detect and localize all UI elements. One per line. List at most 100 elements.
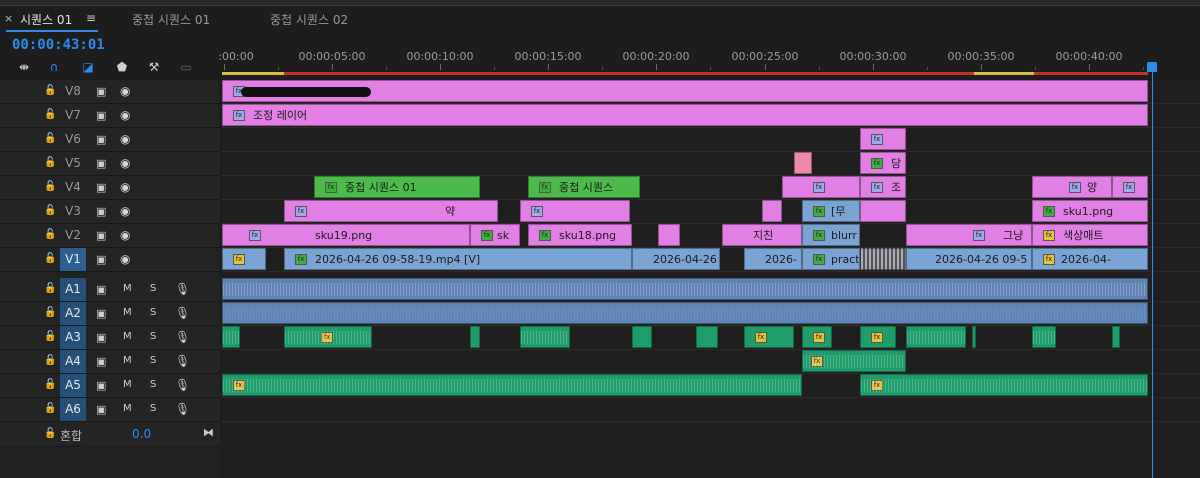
clip-v4-nested-seq-01[interactable]: fx 중첩 시퀀스 01 bbox=[314, 176, 480, 198]
clip-a3-f[interactable] bbox=[696, 326, 718, 348]
close-tab-icon[interactable]: × bbox=[4, 12, 13, 25]
sync-lock-icon[interactable]: ▣ bbox=[96, 283, 106, 296]
track-name-v5[interactable]: V5 bbox=[60, 152, 86, 175]
clip-a3-k[interactable] bbox=[972, 326, 976, 348]
tab-nested-sequence-02[interactable]: 중첩 시퀀스 02 bbox=[270, 11, 348, 28]
sync-lock-icon[interactable]: ▣ bbox=[96, 307, 106, 320]
sync-lock-icon[interactable]: ▣ bbox=[96, 229, 106, 242]
sync-lock-icon[interactable]: ▣ bbox=[96, 109, 106, 122]
mute-button[interactable]: M bbox=[123, 307, 132, 318]
eye-icon[interactable]: ◉ bbox=[120, 204, 130, 218]
lock-icon[interactable]: 🔓 bbox=[44, 379, 56, 390]
clip-v1-mp4[interactable]: fx 2026-04-26 09-58-19.mp4 [V] bbox=[284, 248, 632, 270]
track-name-a5[interactable]: A5 bbox=[60, 374, 86, 397]
sync-lock-icon[interactable]: ▣ bbox=[96, 253, 106, 266]
panel-menu-icon[interactable]: ≡ bbox=[86, 11, 96, 25]
clip-v4-jo[interactable]: fx 조 bbox=[860, 176, 906, 198]
track-name-v6[interactable]: V6 bbox=[60, 128, 86, 151]
lock-icon[interactable]: 🔓 bbox=[44, 331, 56, 342]
clip-a3-e[interactable] bbox=[632, 326, 652, 348]
microphone-icon[interactable]: 🎙 bbox=[175, 306, 190, 320]
lock-icon[interactable]: 🔓 bbox=[44, 229, 56, 240]
sync-lock-icon[interactable]: ▣ bbox=[96, 205, 106, 218]
insert-sequence-icon[interactable]: ⇼ bbox=[14, 58, 34, 76]
mute-button[interactable]: M bbox=[123, 403, 132, 414]
mute-button[interactable]: M bbox=[123, 379, 132, 390]
clip-a3-c[interactable] bbox=[470, 326, 480, 348]
mute-button[interactable]: M bbox=[123, 283, 132, 294]
clip-a2-audio[interactable] bbox=[222, 302, 1148, 324]
lock-icon[interactable]: 🔓 bbox=[44, 355, 56, 366]
eye-icon[interactable]: ◉ bbox=[120, 132, 130, 146]
eye-icon[interactable]: ◉ bbox=[120, 180, 130, 194]
track-name-v2[interactable]: V2 bbox=[60, 224, 86, 247]
clip-v2-sku18[interactable]: fx sku18.png bbox=[528, 224, 632, 246]
clip-v3-d[interactable] bbox=[860, 200, 906, 222]
lock-icon[interactable]: 🔓 bbox=[44, 157, 56, 168]
clip-v2-sku19[interactable]: fx sku19.png bbox=[222, 224, 470, 246]
lock-icon[interactable]: 🔓 bbox=[44, 85, 56, 96]
clip-v3-b[interactable]: fx bbox=[520, 200, 630, 222]
lock-icon[interactable]: 🔓 bbox=[44, 133, 56, 144]
clip-v3-c[interactable] bbox=[762, 200, 782, 222]
clip-v1-date1[interactable]: 2026-04-26 bbox=[632, 248, 720, 270]
clip-v5-small[interactable] bbox=[794, 152, 812, 174]
clip-v4-nested-seq[interactable]: fx 중첩 시퀀스 bbox=[528, 176, 640, 198]
track-name-a3[interactable]: A3 bbox=[60, 326, 86, 349]
track-name-v7[interactable]: V7 bbox=[60, 104, 86, 127]
lock-icon[interactable]: 🔓 bbox=[44, 428, 56, 439]
tab-sequence-01[interactable]: 시퀀스 01 bbox=[20, 11, 72, 28]
lock-icon[interactable]: 🔓 bbox=[44, 205, 56, 216]
solo-button[interactable]: S bbox=[150, 283, 156, 294]
sync-lock-icon[interactable]: ▣ bbox=[96, 331, 106, 344]
microphone-icon[interactable]: 🎙 bbox=[175, 354, 190, 368]
clip-v1-pract[interactable]: fx pract bbox=[802, 248, 860, 270]
solo-button[interactable]: S bbox=[150, 307, 156, 318]
clip-v2-geunyang[interactable]: fx 그냥 bbox=[906, 224, 1032, 246]
captions-icon[interactable]: ▭ bbox=[176, 58, 196, 76]
track-name-a1[interactable]: A1 bbox=[60, 278, 86, 301]
sync-lock-icon[interactable]: ▣ bbox=[96, 403, 106, 416]
microphone-icon[interactable]: 🎙 bbox=[175, 378, 190, 392]
clip-v7-adjustment-layer[interactable]: fx 조정 레이어 bbox=[222, 104, 1148, 126]
solo-button[interactable]: S bbox=[150, 403, 156, 414]
microphone-icon[interactable]: 🎙 bbox=[175, 282, 190, 296]
track-name-v1[interactable]: V1 bbox=[60, 248, 86, 271]
clip-a3-a[interactable] bbox=[222, 326, 240, 348]
microphone-icon[interactable]: 🎙 bbox=[175, 402, 190, 416]
clip-v8-redacted[interactable]: fx bbox=[222, 80, 1148, 102]
clip-v4-a[interactable]: fx bbox=[782, 176, 860, 198]
lock-icon[interactable]: 🔓 bbox=[44, 181, 56, 192]
clip-v2-jichin[interactable]: 지친 bbox=[722, 224, 802, 246]
solo-button[interactable]: S bbox=[150, 331, 156, 342]
sync-lock-icon[interactable]: ▣ bbox=[96, 379, 106, 392]
clip-a3-j[interactable] bbox=[906, 326, 966, 348]
track-name-a4[interactable]: A4 bbox=[60, 350, 86, 373]
lock-icon[interactable]: 🔓 bbox=[44, 253, 56, 264]
sync-lock-icon[interactable]: ▣ bbox=[96, 157, 106, 170]
clip-v3-yak[interactable]: fx 약 bbox=[284, 200, 498, 222]
lock-icon[interactable]: 🔓 bbox=[44, 109, 56, 120]
snap-magnet-icon[interactable]: ∩ bbox=[44, 58, 64, 76]
clip-v1-date3[interactable]: 2026-04-26 09-5 bbox=[906, 248, 1032, 270]
clip-a3-i[interactable]: fx bbox=[860, 326, 896, 348]
clip-v2-sk[interactable]: fx sk bbox=[470, 224, 520, 246]
clip-v1-date4[interactable]: fx 2026-04- bbox=[1032, 248, 1148, 270]
wrench-settings-icon[interactable]: ⚒ bbox=[144, 58, 164, 76]
mute-button[interactable]: M bbox=[123, 331, 132, 342]
clip-a5-a[interactable]: fx bbox=[222, 374, 802, 396]
microphone-icon[interactable]: 🎙 bbox=[175, 330, 190, 344]
sync-lock-icon[interactable]: ▣ bbox=[96, 355, 106, 368]
track-name-v3[interactable]: V3 bbox=[60, 200, 86, 223]
track-name-a2[interactable]: A2 bbox=[60, 302, 86, 325]
clip-v4-end[interactable]: fx bbox=[1112, 176, 1148, 198]
sync-lock-icon[interactable]: ▣ bbox=[96, 85, 106, 98]
playhead-timecode[interactable]: 00:00:43:01 bbox=[12, 37, 105, 53]
timeline-tracks[interactable]: fx fx 조정 레이어 fx fx 당 fx 중첩 시퀀스 01 fx 중첩 … bbox=[222, 80, 1200, 478]
linked-selection-icon[interactable]: ◪ bbox=[78, 58, 98, 76]
solo-button[interactable]: S bbox=[150, 355, 156, 366]
clip-a3-l[interactable] bbox=[1032, 326, 1056, 348]
clip-a3-d[interactable] bbox=[520, 326, 570, 348]
clip-a3-h[interactable]: fx bbox=[802, 326, 832, 348]
mix-volume-value[interactable]: 0.0 bbox=[132, 427, 151, 441]
